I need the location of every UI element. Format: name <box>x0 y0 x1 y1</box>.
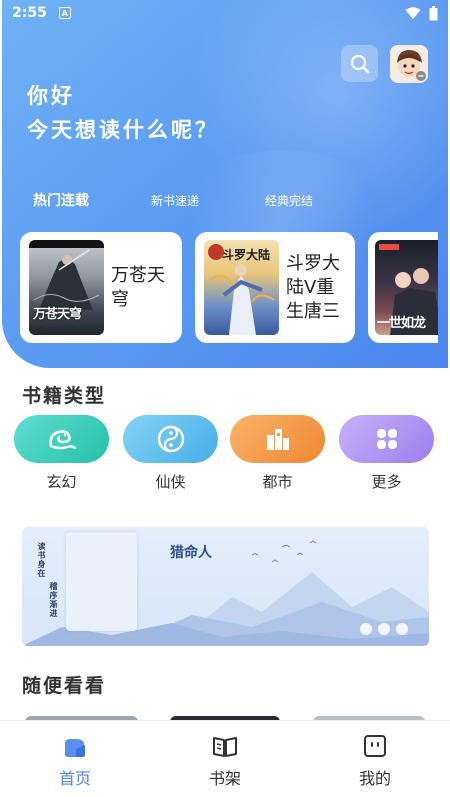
categories-title: 书籍类型 <box>22 385 107 407</box>
banner-title: 猎命人 <box>170 545 212 561</box>
nav-home[interactable]: 首页 <box>0 721 150 797</box>
battery-icon <box>429 5 438 20</box>
pagination-dot[interactable] <box>396 623 408 635</box>
category-label: 仙侠 <box>155 473 186 491</box>
banner-side-text: 稽序渐进 <box>49 582 58 618</box>
greeting-prompt: 今天想读什么呢？ <box>27 118 219 142</box>
nav-profile[interactable]: 我的 <box>300 721 450 797</box>
status-indicators <box>405 5 438 21</box>
book-cover: 斗罗大陆 <box>204 240 279 335</box>
promo-banner[interactable]: 读书身在 稽序渐进 猎命人 <box>22 527 429 646</box>
bookshelf-icon <box>213 737 237 757</box>
profile-icon <box>364 735 386 757</box>
dragon-icon <box>48 430 76 450</box>
search-button[interactable] <box>341 45 378 82</box>
banner-side-text: 读书身在 <box>37 542 46 578</box>
featured-book-card[interactable]: 万苍天穹 万苍天穹 <box>20 232 182 343</box>
tab-classic-finished[interactable]: 经典完结 <box>265 192 313 209</box>
book-title: 斗罗大陆V重生唐三 <box>286 252 340 322</box>
banner-pagination[interactable] <box>360 623 408 635</box>
bottom-navigation: 首页 书架 我的 <box>0 720 450 797</box>
greeting-text: 你好 <box>27 84 75 108</box>
hero-header: 你好 今天想读什么呢？ 热门连载 新书速递 经典完结 万苍天穹 万苍天穹 斗罗大… <box>2 0 448 368</box>
home-icon <box>65 739 85 757</box>
featured-carousel[interactable]: 万苍天穹 万苍天穹 斗罗大陆 斗罗大陆V重生唐三 一世如龙 <box>20 232 438 344</box>
search-icon <box>350 54 369 73</box>
book-cover: 一世如龙 <box>375 240 438 335</box>
pagination-dot[interactable] <box>378 623 390 635</box>
tab-bar: 热门连载 新书速递 经典完结 <box>2 190 448 210</box>
book-title: 万苍天穹 <box>111 264 165 310</box>
category-button-more[interactable] <box>339 415 434 463</box>
status-time: 2:55 <box>12 5 47 21</box>
city-icon <box>266 429 289 450</box>
notification-app-icon: A <box>58 7 71 19</box>
category-button-xuanhuan[interactable] <box>14 415 109 463</box>
tab-new-books[interactable]: 新书速递 <box>151 192 199 209</box>
taiji-icon <box>157 425 184 453</box>
category-label: 更多 <box>371 473 402 491</box>
category-label: 都市 <box>262 473 293 491</box>
nav-bookshelf[interactable]: 书架 <box>150 721 300 797</box>
cover-title: 斗罗大陆 <box>222 248 271 262</box>
cover-title: 万苍天穹 <box>33 307 82 322</box>
category-button-dushi[interactable] <box>230 415 325 463</box>
status-bar: 2:55 A <box>0 0 450 26</box>
category-label: 玄幻 <box>46 473 77 491</box>
tab-hot-serial[interactable]: 热门连载 <box>33 190 89 210</box>
wifi-icon <box>405 6 421 19</box>
avatar[interactable] <box>390 45 428 83</box>
featured-book-card[interactable]: 斗罗大陆 斗罗大陆V重生唐三 <box>195 232 355 343</box>
grid-icon <box>376 429 397 449</box>
nav-label: 我的 <box>358 769 391 788</box>
category-button-xianxia[interactable] <box>123 415 218 463</box>
avatar-face-icon <box>390 45 428 83</box>
pagination-dot[interactable] <box>360 623 372 635</box>
book-cover: 万苍天穹 <box>29 240 104 335</box>
banner-book-cover <box>66 532 137 631</box>
random-section-title: 随便看看 <box>22 675 107 697</box>
nav-label: 书架 <box>208 769 241 788</box>
cover-title: 一世如龙 <box>377 316 426 331</box>
featured-book-card[interactable]: 一世如龙 <box>368 232 438 343</box>
nav-label: 首页 <box>58 769 91 788</box>
